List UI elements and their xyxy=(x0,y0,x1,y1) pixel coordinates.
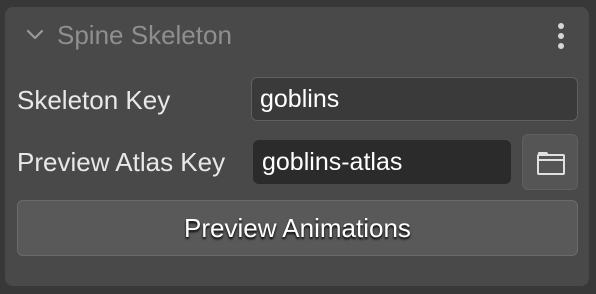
chevron-down-icon[interactable] xyxy=(25,27,45,43)
spine-skeleton-panel: Spine Skeleton Skeleton Key Preview Atla… xyxy=(5,7,589,286)
preview-atlas-key-label: Preview Atlas Key xyxy=(17,147,226,177)
skeleton-key-input[interactable] xyxy=(251,77,578,121)
preview-atlas-key-input[interactable] xyxy=(253,140,511,184)
panel-title: Spine Skeleton xyxy=(57,20,232,50)
more-vertical-icon[interactable] xyxy=(549,21,573,51)
preview-animations-button[interactable]: Preview Animations xyxy=(17,200,578,256)
folder-icon xyxy=(537,152,565,175)
browse-atlas-button[interactable] xyxy=(522,134,578,190)
panel-header[interactable]: Spine Skeleton xyxy=(5,7,589,63)
skeleton-key-label: Skeleton Key xyxy=(17,85,171,115)
